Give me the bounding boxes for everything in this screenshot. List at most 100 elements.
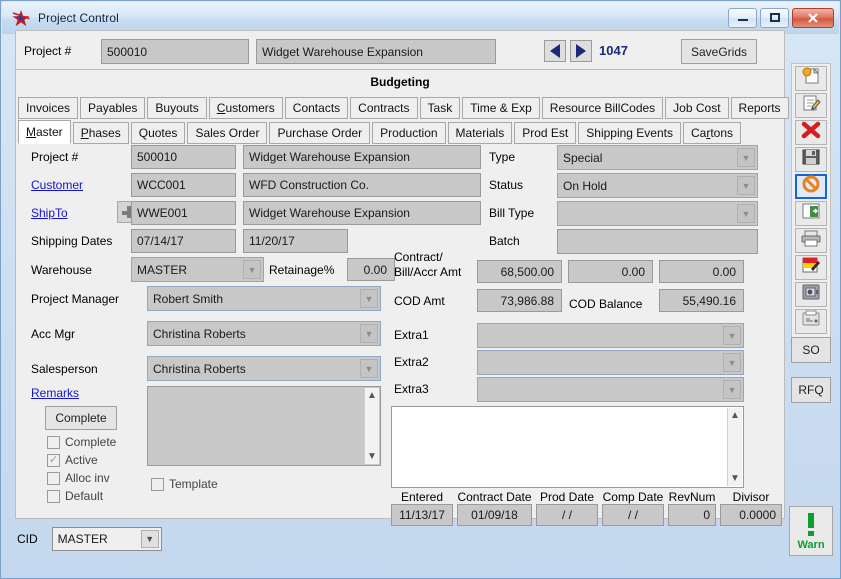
tab-phases[interactable]: Phases xyxy=(72,122,129,144)
date-field[interactable]: 01/09/18 xyxy=(457,504,532,526)
customer-code-field[interactable]: WCC001 xyxy=(131,173,236,197)
tab-row-sections: Master Phases Quotes Sales Order Purchase Or… xyxy=(18,120,743,144)
date-field[interactable]: 11/13/17 xyxy=(391,504,453,526)
tab-quotes[interactable]: Quotes xyxy=(130,122,186,144)
prev-record-button[interactable] xyxy=(544,40,566,62)
contract-amount-field[interactable]: 68,500.00 xyxy=(477,260,562,283)
date-field[interactable]: 0 xyxy=(668,504,716,526)
tab-cartons[interactable]: Cartons xyxy=(683,122,742,144)
checkbox-label: Complete xyxy=(65,435,117,449)
salesperson-combo[interactable]: Christina Roberts ▼ xyxy=(147,356,381,381)
rfq-button[interactable]: RFQ xyxy=(791,377,831,403)
save-record-button[interactable] xyxy=(795,147,827,172)
scroll-down-icon[interactable]: ▼ xyxy=(730,473,740,484)
date-field[interactable]: 0.0000 xyxy=(720,504,782,526)
tab-materials[interactable]: Materials xyxy=(447,122,513,144)
date-field[interactable]: / / xyxy=(536,504,598,526)
ship-date-from-field[interactable]: 07/14/17 xyxy=(131,229,236,253)
scroll-up-icon[interactable]: ▲ xyxy=(367,390,377,401)
tab-shipping-events[interactable]: Shipping Events xyxy=(578,122,681,144)
checkbox-default[interactable]: Default xyxy=(47,489,116,503)
notes-icon xyxy=(801,256,821,279)
checkbox-alloc-inv[interactable]: Alloc inv xyxy=(47,471,116,485)
cancel-record-button[interactable] xyxy=(795,174,827,199)
tab-production[interactable]: Production xyxy=(372,122,446,144)
shipto-code-field[interactable]: WWE001 xyxy=(131,201,236,225)
exit-button[interactable] xyxy=(795,201,827,226)
customer-name-field[interactable]: WFD Construction Co. xyxy=(243,173,481,197)
project-number-field[interactable]: 500010 xyxy=(101,39,249,64)
tab-customers[interactable]: Customers xyxy=(208,97,283,119)
ship-date-to-field[interactable]: 11/20/17 xyxy=(243,229,348,253)
remarks-textarea[interactable]: ▲ ▼ xyxy=(147,386,381,466)
shipto-link[interactable]: ShipTo xyxy=(31,206,68,220)
notes-textarea[interactable]: ▲ ▼ xyxy=(391,406,744,488)
chevron-down-icon: ▼ xyxy=(723,326,741,345)
tab-master[interactable]: Master xyxy=(18,120,71,144)
complete-button[interactable]: Complete xyxy=(45,406,117,430)
tab-buyouts[interactable]: Buyouts xyxy=(147,97,207,119)
scroll-up-icon[interactable]: ▲ xyxy=(730,410,740,421)
maximize-button[interactable] xyxy=(760,8,789,28)
save-grids-button[interactable]: SaveGrids xyxy=(681,39,757,64)
warn-button[interactable]: Warn xyxy=(789,506,833,556)
tab-contracts[interactable]: Contracts xyxy=(350,97,418,119)
tab-purchase-order[interactable]: Purchase Order xyxy=(269,122,371,144)
extra1-combo[interactable]: ▼ xyxy=(477,323,744,348)
remarks-link[interactable]: Remarks xyxy=(31,386,79,400)
tab-payables[interactable]: Payables xyxy=(80,97,146,119)
delete-record-button[interactable] xyxy=(795,120,827,145)
tab-task[interactable]: Task xyxy=(419,97,461,119)
template-checkbox[interactable]: Template xyxy=(151,477,218,491)
next-record-button[interactable] xyxy=(570,40,592,62)
retainage-field[interactable]: 0.00 xyxy=(347,258,395,281)
tab-sales-order[interactable]: Sales Order xyxy=(187,122,268,144)
project-code-field[interactable]: 500010 xyxy=(131,145,236,169)
customer-link[interactable]: Customer xyxy=(31,178,83,192)
chevron-down-icon: ▼ xyxy=(360,359,378,378)
minimize-button[interactable] xyxy=(728,8,757,28)
so-button[interactable]: SO xyxy=(791,337,831,363)
fax-button[interactable] xyxy=(795,309,827,334)
edit-record-button[interactable] xyxy=(795,93,827,118)
status-combo[interactable]: On Hold ▼ xyxy=(557,173,758,198)
bill-amount-field[interactable]: 0.00 xyxy=(568,260,653,283)
notes-scrollbar[interactable]: ▲ ▼ xyxy=(727,408,742,486)
safe-button[interactable] xyxy=(795,282,827,307)
project-manager-combo[interactable]: Robert Smith ▼ xyxy=(147,286,381,311)
date-field[interactable]: / / xyxy=(602,504,664,526)
close-button[interactable] xyxy=(792,8,834,28)
tab-invoices[interactable]: Invoices xyxy=(18,97,79,119)
cod-balance-field[interactable]: 55,490.16 xyxy=(659,289,744,312)
scroll-down-icon[interactable]: ▼ xyxy=(367,451,377,462)
acc-mgr-combo[interactable]: Christina Roberts ▼ xyxy=(147,321,381,346)
type-combo[interactable]: Special ▼ xyxy=(557,145,758,170)
tab-reports[interactable]: Reports xyxy=(730,97,789,119)
tab-job-cost[interactable]: Job Cost xyxy=(665,97,729,119)
tab-resource-billcodes[interactable]: Resource BillCodes xyxy=(541,97,664,119)
cod-amount-field[interactable]: 73,986.88 xyxy=(477,289,562,312)
warehouse-label: Warehouse xyxy=(31,263,92,277)
project-desc-field[interactable]: Widget Warehouse Expansion xyxy=(243,145,481,169)
bill-type-combo[interactable]: ▼ xyxy=(557,201,758,226)
tab-time-exp[interactable]: Time & Exp xyxy=(462,97,540,119)
print-button[interactable] xyxy=(795,228,827,253)
remarks-scrollbar[interactable]: ▲ ▼ xyxy=(364,388,379,464)
extra3-combo[interactable]: ▼ xyxy=(477,377,744,402)
shipto-name-field[interactable]: Widget Warehouse Expansion xyxy=(243,201,481,225)
checkbox-complete[interactable]: Complete xyxy=(47,435,116,449)
notes-button[interactable] xyxy=(795,255,827,280)
type-label: Type xyxy=(489,150,516,164)
batch-field[interactable] xyxy=(557,229,758,254)
new-record-button[interactable] xyxy=(795,66,827,91)
extra2-combo[interactable]: ▼ xyxy=(477,350,744,375)
tab-prod-est[interactable]: Prod Est xyxy=(514,122,577,144)
accrued-amount-field[interactable]: 0.00 xyxy=(659,260,744,283)
warehouse-combo[interactable]: MASTER ▼ xyxy=(131,257,264,282)
checkbox-active[interactable]: ✓ Active xyxy=(47,453,116,467)
chevron-down-icon: ▼ xyxy=(360,324,378,343)
tab-contacts[interactable]: Contacts xyxy=(284,97,349,119)
cid-combo[interactable]: MASTER ▼ xyxy=(51,527,162,551)
project-name-field[interactable]: Widget Warehouse Expansion xyxy=(256,39,496,64)
tab-label: Resource BillCodes xyxy=(549,101,656,115)
